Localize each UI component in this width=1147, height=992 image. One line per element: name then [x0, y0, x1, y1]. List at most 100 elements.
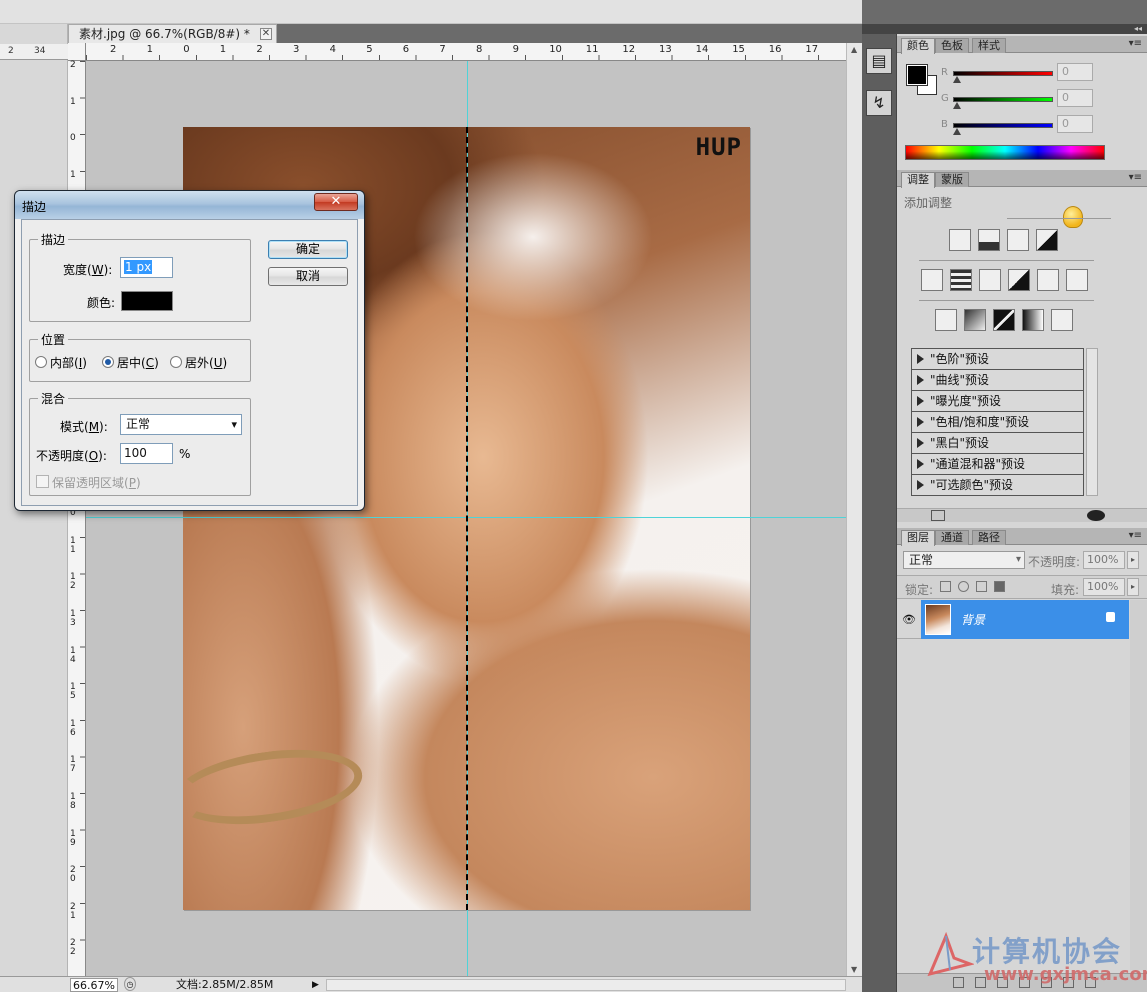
color-balance-icon[interactable] [979, 269, 1001, 291]
preserve-transparency-checkbox[interactable]: 保留透明区域(P) [36, 474, 141, 491]
ruler-origin[interactable] [68, 43, 86, 61]
stroke-color-swatch[interactable] [121, 291, 173, 311]
scroll-up-icon[interactable]: ▲ [851, 45, 857, 54]
fill-field[interactable]: 100% [1083, 578, 1125, 596]
green-bar[interactable] [953, 97, 1053, 102]
tab-swatches[interactable]: 色板 [935, 38, 969, 53]
channel-mixer-icon[interactable] [1066, 269, 1088, 291]
lightbulb-icon[interactable] [1063, 206, 1083, 228]
ruler-number: 1 [70, 96, 76, 107]
tab-paths[interactable]: 路径 [972, 530, 1006, 545]
vibrance-icon[interactable] [921, 269, 943, 291]
layer-name[interactable]: 背景 [961, 611, 985, 628]
vertical-scrollbar[interactable]: ▲ ▼ [846, 43, 862, 976]
document-tab-title: 素材.jpg @ 66.7%(RGB/8#) * [79, 27, 250, 41]
zoom-field[interactable]: 66.67% [70, 978, 118, 992]
exposure-icon[interactable] [1036, 229, 1058, 251]
cancel-button[interactable]: 取消 [268, 267, 348, 286]
zoom-icon[interactable]: ◷ [124, 977, 136, 991]
preset-item[interactable]: "曲线"预设 [912, 370, 1083, 391]
dialog-close-button[interactable]: ✕ [314, 193, 358, 211]
photo-filter-icon[interactable] [1037, 269, 1059, 291]
document-tab[interactable]: 素材.jpg @ 66.7%(RGB/8#) * ✕ [68, 24, 277, 43]
lock-position-icon[interactable] [976, 581, 987, 592]
selective-color-icon[interactable] [1051, 309, 1073, 331]
blue-thumb[interactable] [953, 128, 961, 135]
lock-transparent-icon[interactable] [940, 581, 951, 592]
preset-item[interactable]: "可选颜色"预设 [912, 475, 1083, 496]
blue-value[interactable]: 0 [1057, 115, 1093, 133]
close-tab-icon[interactable]: ✕ [259, 28, 272, 40]
clip-layer-icon[interactable] [1087, 510, 1105, 521]
red-label: R [941, 67, 948, 78]
tab-masks[interactable]: 蒙版 [935, 172, 969, 187]
curves-icon[interactable] [1007, 229, 1029, 251]
collapse-panels-icon[interactable]: ◂◂ [897, 24, 1147, 34]
width-input[interactable]: 1 px [120, 257, 173, 278]
preset-item[interactable]: "通道混和器"预设 [912, 454, 1083, 475]
gradient-map-icon[interactable] [1022, 309, 1044, 331]
dialog-titlebar[interactable]: 描边 ✕ [15, 191, 364, 219]
preset-item[interactable]: "黑白"预设 [912, 433, 1083, 454]
levels-icon[interactable] [978, 229, 1000, 251]
green-slider[interactable]: G 0 [941, 89, 1146, 115]
preset-item[interactable]: "色相/饱和度"预设 [912, 412, 1083, 433]
hue-saturation-icon[interactable] [950, 269, 972, 291]
opacity-input[interactable]: 100 [120, 443, 173, 464]
red-slider[interactable]: R 0 [941, 63, 1146, 89]
dock-grip[interactable] [862, 24, 896, 34]
red-bar[interactable] [953, 71, 1053, 76]
layer-blend-mode-select[interactable]: 正常 [903, 551, 1025, 569]
panel-menu-icon[interactable]: ▾≡ [1129, 38, 1142, 49]
green-value[interactable]: 0 [1057, 89, 1093, 107]
lock-all-icon[interactable] [994, 581, 1005, 592]
actions-panel-icon[interactable]: ↯ [866, 90, 892, 116]
layer-opacity-field[interactable]: 100% [1083, 551, 1125, 569]
position-group-title: 位置 [38, 331, 69, 348]
status-menu-arrow-icon[interactable]: ▶ [312, 978, 324, 992]
horizontal-scrollbar[interactable] [326, 979, 846, 991]
layer-row[interactable]: 👁 背景 [897, 600, 1129, 639]
tab-styles[interactable]: 样式 [972, 38, 1006, 53]
posterize-icon[interactable] [964, 309, 986, 331]
panel-menu-icon[interactable]: ▾≡ [1129, 172, 1142, 183]
preset-item[interactable]: "曝光度"预设 [912, 391, 1083, 412]
divider [919, 300, 1094, 301]
tab-layers[interactable]: 图层 [901, 530, 935, 546]
panel-menu-icon[interactable]: ▾≡ [1129, 530, 1142, 541]
color-label: 颜色: [87, 296, 116, 310]
mode-select[interactable]: 正常 [120, 414, 242, 435]
red-value[interactable]: 0 [1057, 63, 1093, 81]
history-panel-icon[interactable]: ▤ [866, 48, 892, 74]
document-info: 文档:2.85M/2.85M [176, 978, 274, 991]
return-to-list-icon[interactable] [931, 510, 945, 521]
opacity-arrow-icon[interactable]: ▸ [1127, 551, 1139, 569]
blue-bar[interactable] [953, 123, 1053, 128]
preset-item[interactable]: "色阶"预设 [912, 349, 1083, 370]
tab-color[interactable]: 颜色 [901, 38, 935, 54]
ruler-number: 13 [659, 44, 672, 55]
horizontal-ruler[interactable]: 2 1 0 1 2 3 4 5 6 7 8 9 10 11 12 13 14 15 16 17 [86, 43, 846, 61]
fill-arrow-icon[interactable]: ▸ [1127, 578, 1139, 596]
tab-adjustments[interactable]: 调整 [901, 172, 935, 188]
black-white-icon[interactable] [1008, 269, 1030, 291]
eye-icon[interactable]: 👁 [901, 613, 917, 626]
threshold-icon[interactable] [993, 309, 1015, 331]
layers-scrollbar[interactable] [1130, 600, 1147, 970]
position-inside-radio[interactable]: 内部(I) [35, 354, 87, 371]
ok-button[interactable]: 确定 [268, 240, 348, 259]
color-spectrum[interactable] [905, 145, 1105, 160]
blue-slider[interactable]: B 0 [941, 115, 1146, 141]
scroll-down-icon[interactable]: ▼ [851, 965, 857, 974]
presets-scrollbar[interactable] [1086, 348, 1098, 496]
lock-pixels-icon[interactable] [958, 581, 969, 592]
position-center-radio[interactable]: 居中(C) [102, 354, 159, 371]
tab-channels[interactable]: 通道 [935, 530, 969, 545]
invert-icon[interactable] [935, 309, 957, 331]
layer-selected-bg[interactable]: 背景 [921, 600, 1129, 639]
brightness-contrast-icon[interactable] [949, 229, 971, 251]
foreground-color-swatch[interactable] [906, 64, 928, 86]
green-thumb[interactable] [953, 102, 961, 109]
position-outside-radio[interactable]: 居外(U) [170, 354, 227, 371]
red-thumb[interactable] [953, 76, 961, 83]
